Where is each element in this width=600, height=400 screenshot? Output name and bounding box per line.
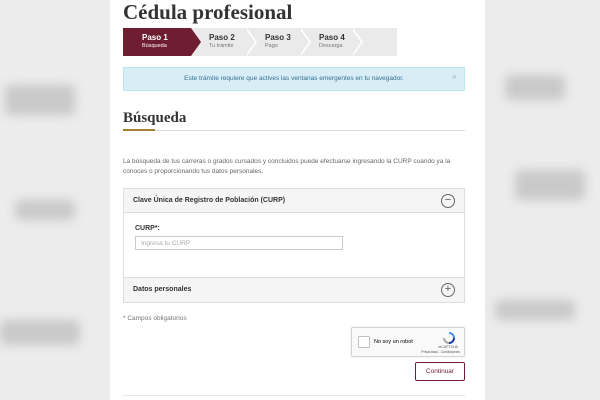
recaptcha-links[interactable]: Privacidad - Condiciones [421, 350, 460, 354]
close-icon[interactable]: × [452, 72, 457, 82]
step-separator-2 [245, 28, 257, 56]
curp-panel-body: CURP*: [124, 213, 464, 277]
step-1[interactable]: Paso 1 Búsqueda [123, 28, 201, 56]
recaptcha-logo-icon [443, 332, 455, 344]
curp-panel-header[interactable]: Clave Única de Registro de Población (CU… [124, 189, 464, 213]
step-1-sub: Búsqueda [142, 43, 167, 49]
expand-icon[interactable]: + [441, 283, 455, 297]
recaptcha-label: No soy un robot [374, 339, 413, 345]
step-1-name: Paso 1 [142, 33, 168, 42]
section-title: Búsqueda [123, 110, 187, 126]
step-separator-3 [299, 28, 311, 56]
bottom-divider [123, 395, 465, 396]
recaptcha-brand: reCAPTCHA [438, 345, 458, 349]
step-4-sub: Descarga [319, 43, 343, 49]
popup-alert: Este trámite requiere que actives las ve… [123, 67, 465, 91]
alert-message: Este trámite requiere que actives las ve… [184, 75, 404, 82]
step-separator-4 [351, 28, 363, 56]
personal-data-panel: Datos personales + [123, 277, 465, 303]
curp-input[interactable] [135, 236, 343, 250]
required-fields-note: * Campos obligatorios [123, 315, 187, 322]
stepper: Paso 1 Búsqueda Paso 2 Tu trámite Paso 3… [123, 28, 397, 56]
page-title: Cédula profesional [123, 0, 293, 24]
curp-label: CURP*: [135, 225, 160, 232]
continue-button[interactable]: Continuar [415, 362, 465, 381]
section-divider [123, 129, 465, 131]
collapse-icon[interactable]: − [441, 194, 455, 208]
main-page: Cédula profesional Paso 1 Búsqueda Paso … [110, 0, 485, 400]
personal-data-panel-header[interactable]: Datos personales + [124, 278, 464, 302]
personal-data-panel-title: Datos personales [133, 286, 192, 293]
intro-text: La búsqueda de tus carreras o grados cur… [123, 158, 451, 175]
recaptcha-checkbox[interactable] [358, 336, 370, 348]
blurred-left-background [0, 0, 110, 400]
curp-panel: Clave Única de Registro de Población (CU… [123, 188, 465, 278]
blurred-right-background [485, 0, 600, 400]
curp-panel-title: Clave Única de Registro de Población (CU… [133, 197, 286, 204]
recaptcha-widget: No soy un robot reCAPTCHA Privacidad - C… [351, 327, 465, 357]
step-4-name: Paso 4 [319, 33, 345, 42]
